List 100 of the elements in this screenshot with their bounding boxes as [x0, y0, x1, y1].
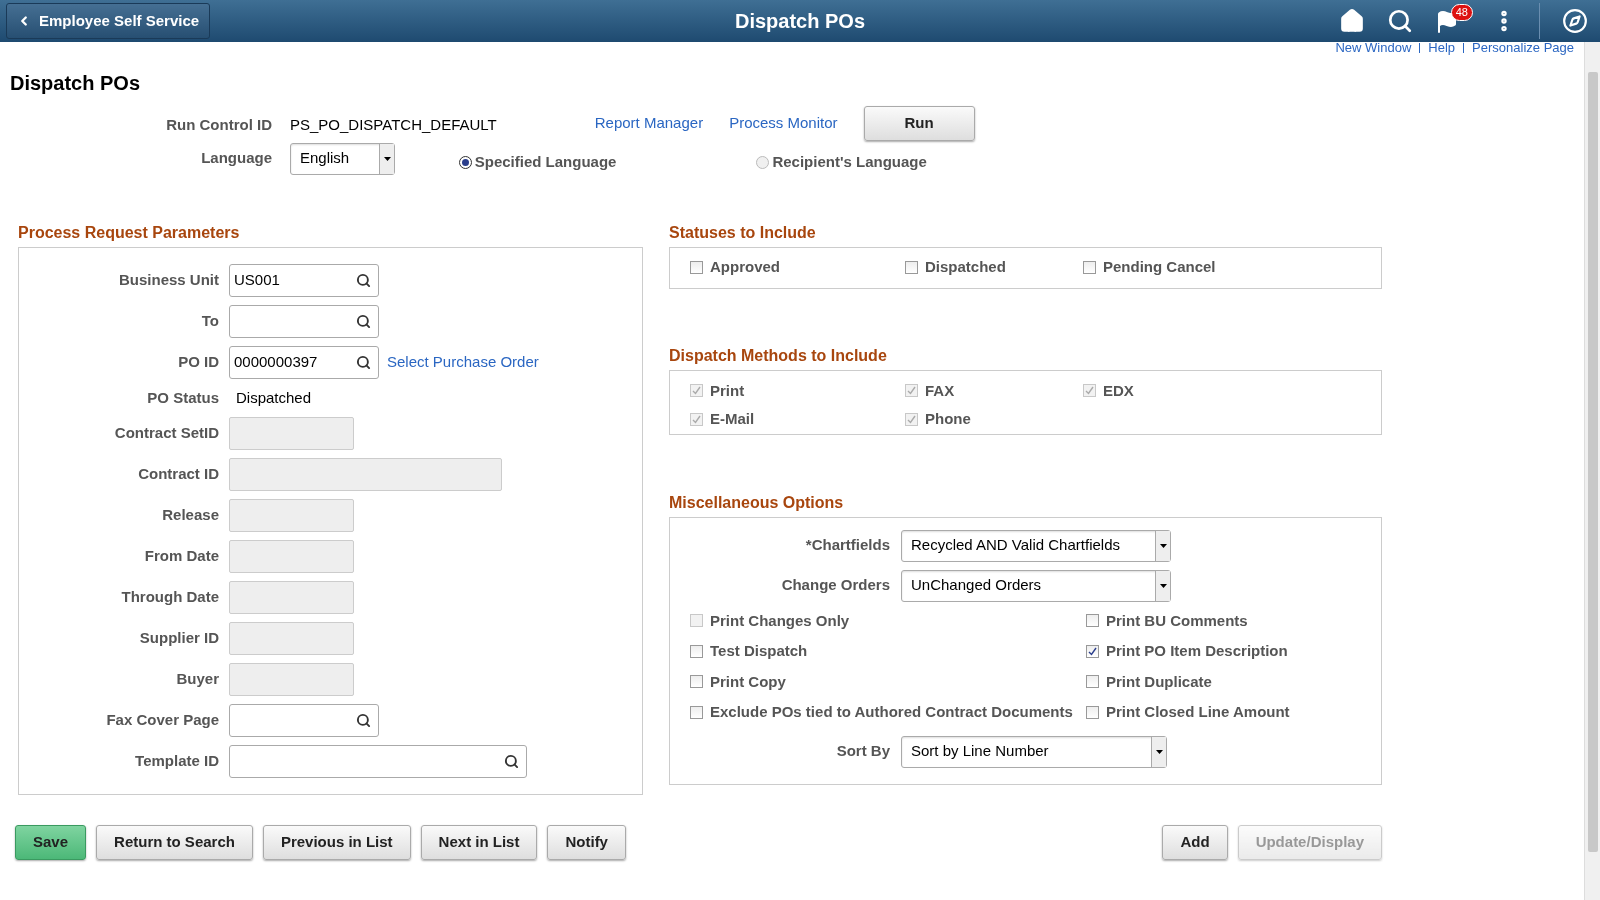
field-label: Through Date — [120, 587, 219, 608]
radio-button[interactable] — [756, 155, 770, 169]
process-link[interactable]: Report Manager — [594, 112, 704, 135]
field-label: To — [200, 310, 219, 331]
field-label: Buyer — [175, 669, 219, 690]
field-label: Business Unit — [117, 269, 219, 290]
checkmark-icon — [907, 386, 916, 396]
field-label: PO Status — [146, 387, 219, 408]
select-link[interactable]: Select Purchase Order — [387, 350, 539, 374]
search-icon[interactable] — [356, 272, 371, 288]
checkbox[interactable] — [690, 705, 703, 719]
checkmark-icon — [907, 414, 916, 424]
checkbox-label: Print Changes Only — [710, 610, 850, 631]
radio-button[interactable] — [458, 155, 472, 169]
radio-label: Recipient's Language — [772, 152, 927, 172]
field-label: *Chartfields — [804, 535, 890, 556]
checkbox-label: E-Mail — [710, 409, 755, 429]
page-header-title: Dispatch POs — [735, 9, 865, 34]
checkbox-label: Print Duplicate — [1106, 671, 1212, 692]
dropdown-value: English — [299, 148, 350, 169]
field-label: Fax Cover Page — [105, 710, 219, 731]
section-title: Process Request Parameters — [18, 222, 241, 243]
home-icon[interactable] — [1339, 8, 1365, 34]
checkbox-label: Print BU Comments — [1106, 610, 1248, 631]
dropdown[interactable]: English — [290, 142, 395, 175]
field-label: Run Control ID — [165, 115, 272, 135]
section-title: Dispatch Methods to Include — [669, 345, 888, 366]
checkmark-icon — [692, 386, 701, 396]
action-button[interactable]: Add — [1162, 825, 1228, 860]
action-button[interactable]: Return to Search — [96, 825, 253, 860]
field-label: Change Orders — [780, 575, 890, 596]
checkbox-label: Exclude POs tied to Authored Contract Documents — [710, 702, 1073, 722]
field-label: Template ID — [134, 751, 219, 772]
field-value: Dispatched — [235, 387, 312, 408]
action-button[interactable]: Run — [863, 106, 975, 141]
lookup-field[interactable] — [229, 745, 527, 778]
field-value: US001 — [234, 269, 280, 290]
dropdown[interactable]: Sort by Line Number — [901, 735, 1167, 768]
checkbox[interactable] — [1086, 675, 1099, 689]
action-button[interactable]: Next in List — [420, 825, 538, 860]
checkbox-label: FAX — [925, 380, 955, 401]
search-icon[interactable] — [356, 354, 371, 370]
checkbox-label: Print Closed Line Amount — [1106, 702, 1290, 722]
action-button[interactable]: Save — [15, 825, 87, 860]
checkbox[interactable] — [690, 675, 703, 689]
checkbox-label: Print Copy — [710, 671, 786, 692]
checkmark-icon — [1088, 646, 1097, 656]
section-title: Miscellaneous Options — [669, 492, 845, 513]
checkbox[interactable] — [690, 261, 703, 274]
lookup-field[interactable]: 0000000397 — [229, 345, 379, 379]
top-link[interactable]: Personalize Page — [1472, 42, 1574, 54]
dropdown-value: Recycled AND Valid Chartfields — [910, 535, 1120, 556]
field-label: PO ID — [177, 351, 219, 372]
dropdown[interactable]: UnChanged Orders — [901, 569, 1171, 602]
lookup-field[interactable] — [229, 704, 379, 737]
page-title: Dispatch POs — [10, 71, 142, 96]
checkbox[interactable] — [1086, 614, 1099, 628]
checkbox[interactable] — [1083, 261, 1096, 274]
checkbox-label: Print PO Item Description — [1106, 641, 1288, 661]
field-label: Supplier ID — [138, 628, 219, 649]
field-label: Contract ID — [137, 464, 219, 485]
back-button[interactable]: Employee Self Service — [6, 3, 211, 39]
checkbox[interactable] — [1086, 705, 1099, 719]
field-label: From Date — [143, 546, 219, 567]
dropdown[interactable]: Recycled AND Valid Chartfields — [901, 529, 1171, 562]
radio-label: Specified Language — [474, 152, 617, 172]
process-link[interactable]: Process Monitor — [729, 112, 838, 135]
lookup-field[interactable]: US001 — [229, 263, 379, 297]
checkbox-label: Print — [710, 380, 745, 401]
notification-count: 48 — [1450, 4, 1473, 21]
dropdown-value: UnChanged Orders — [910, 575, 1042, 596]
field-value: 0000000397 — [234, 351, 318, 372]
lookup-field[interactable] — [229, 304, 379, 338]
checkbox-label: Dispatched — [925, 257, 1006, 278]
section-title: Statuses to Include — [669, 222, 817, 243]
checkbox[interactable] — [905, 261, 918, 274]
field-label: Release — [161, 505, 219, 526]
checkbox-label: Phone — [925, 409, 971, 429]
navbar-compass-icon[interactable] — [1562, 8, 1588, 34]
search-icon[interactable] — [504, 754, 519, 769]
field-label: Language — [200, 148, 272, 169]
search-icon[interactable] — [356, 713, 371, 728]
search-icon[interactable] — [356, 313, 371, 329]
checkmark-icon — [692, 414, 701, 424]
checkmark-icon — [1085, 386, 1094, 396]
dropdown-value: Sort by Line Number — [910, 741, 1049, 762]
checkbox[interactable] — [1086, 644, 1099, 658]
action-button[interactable]: Notify — [547, 825, 626, 860]
top-link[interactable]: Help — [1428, 42, 1456, 54]
checkbox-label: EDX — [1103, 380, 1134, 401]
field-label: Contract SetID — [113, 423, 219, 444]
field-label: Sort By — [835, 741, 890, 762]
top-link[interactable]: New Window — [1335, 42, 1412, 54]
search-icon[interactable] — [1387, 8, 1413, 34]
checkbox-label: Test Dispatch — [710, 641, 808, 661]
checkbox-label: Approved — [710, 257, 780, 278]
checkbox[interactable] — [690, 644, 703, 658]
action-button[interactable]: Previous in List — [262, 825, 411, 860]
checkbox-label: Pending Cancel — [1103, 257, 1216, 278]
field-value: PS_PO_DISPATCH_DEFAULT — [290, 115, 497, 135]
